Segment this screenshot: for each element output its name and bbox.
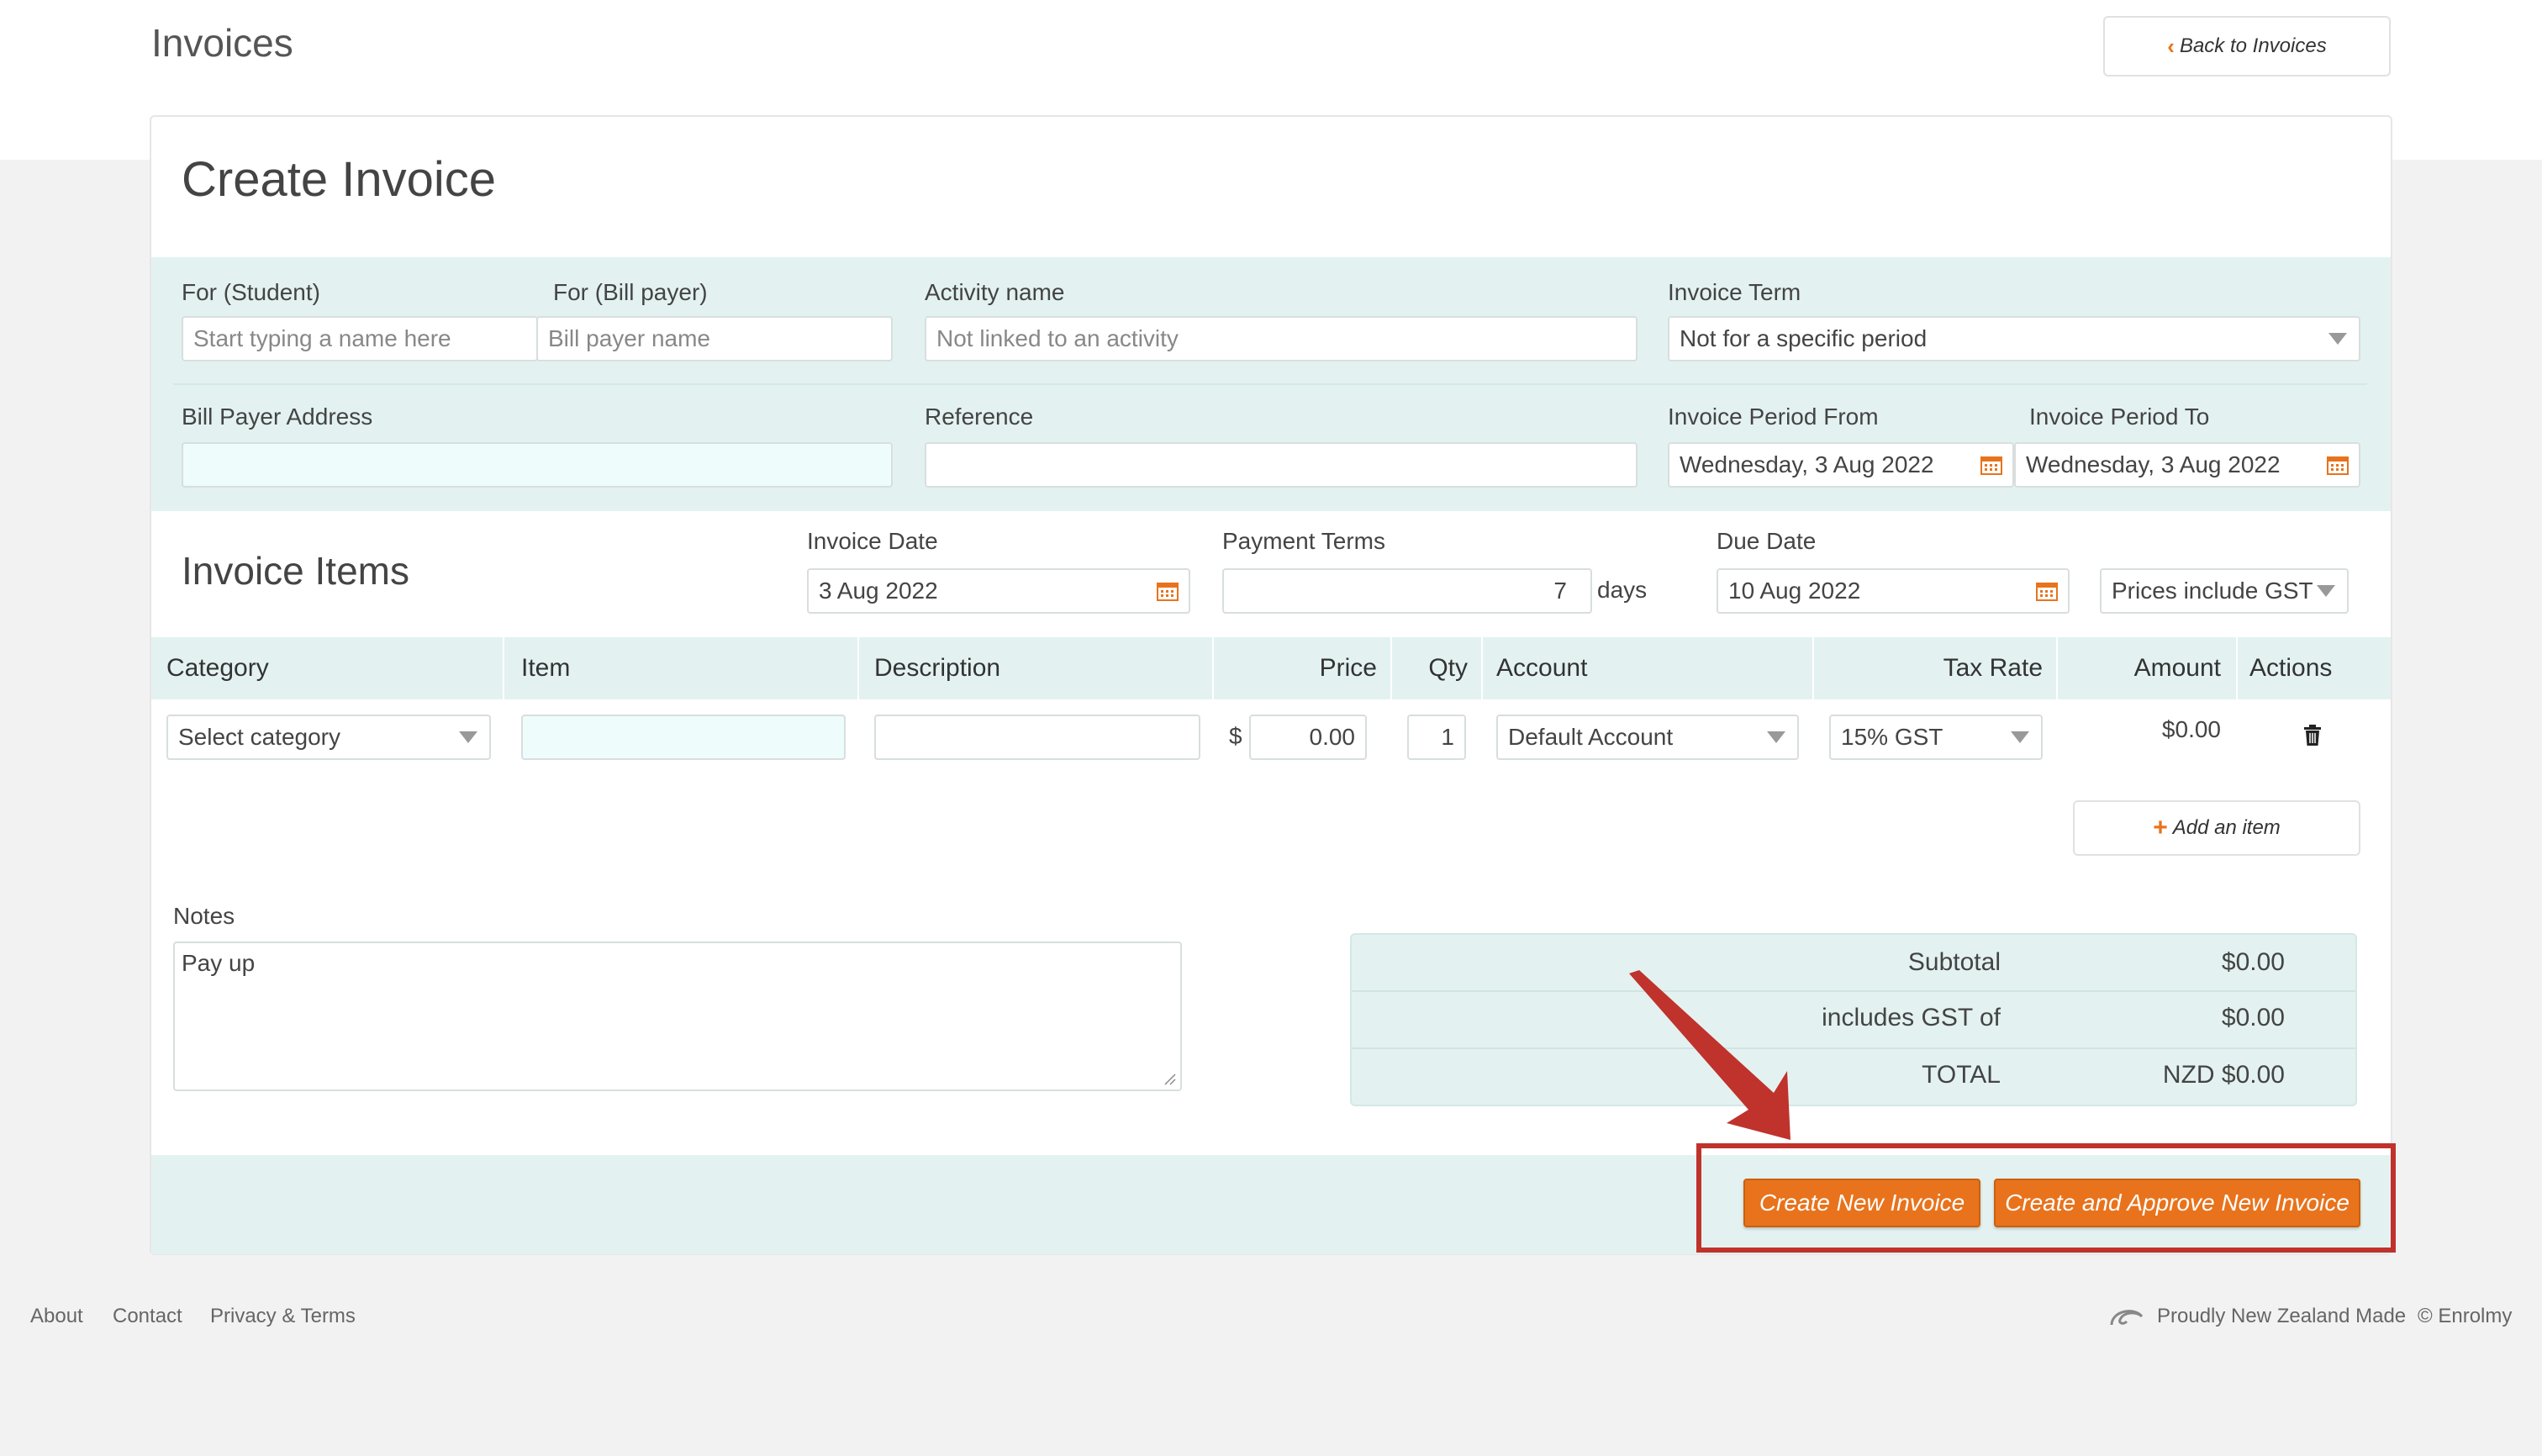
account-select[interactable]: Default Account: [1496, 715, 1799, 760]
column-header-qty: Qty: [1428, 654, 1468, 682]
column-header-description: Description: [874, 654, 1001, 682]
bill-address-label: Bill Payer Address: [182, 404, 373, 430]
gst-value: $0.00: [2221, 1004, 2285, 1031]
chevron-down-icon: [2317, 585, 2335, 597]
due-date-value: 10 Aug 2022: [1728, 578, 1861, 604]
description-input[interactable]: [874, 715, 1200, 760]
column-header-actions: Actions: [2249, 654, 2333, 682]
category-select[interactable]: Select category: [166, 715, 491, 760]
payment-terms-label: Payment Terms: [1222, 528, 1385, 554]
add-item-button[interactable]: + Add an item: [2073, 800, 2360, 856]
period-from-value: Wednesday, 3 Aug 2022: [1680, 451, 1934, 477]
plus-icon: +: [2153, 814, 2168, 841]
item-input[interactable]: [521, 715, 846, 760]
invoice-items-title: Invoice Items: [182, 549, 409, 593]
column-separator: [1390, 637, 1392, 699]
calendar-icon[interactable]: [2327, 455, 2349, 475]
activity-input[interactable]: Not linked to an activity: [925, 316, 1638, 361]
footer-link-privacy[interactable]: Privacy & Terms: [210, 1305, 356, 1328]
invoice-date-input[interactable]: 3 Aug 2022: [807, 568, 1190, 614]
column-separator: [2056, 637, 2058, 699]
reference-input[interactable]: [925, 442, 1638, 488]
bill-payer-input[interactable]: Bill payer name: [536, 316, 893, 361]
period-to-label: Invoice Period To: [2029, 404, 2210, 430]
column-header-item: Item: [521, 654, 571, 682]
gst-mode-select[interactable]: Prices include GST: [2100, 568, 2349, 614]
annotation-highlight-box: [1696, 1143, 2396, 1253]
column-separator: [1481, 637, 1483, 699]
chevron-down-icon: [1767, 731, 1785, 743]
invoice-term-select[interactable]: Not for a specific period: [1668, 316, 2360, 361]
account-value: Default Account: [1508, 724, 1674, 750]
footer-link-contact[interactable]: Contact: [113, 1305, 182, 1328]
column-header-tax-rate: Tax Rate: [1943, 654, 2043, 682]
column-separator: [1812, 637, 1814, 699]
form-title: Create Invoice: [182, 152, 496, 207]
fern-logo-icon: [2110, 1310, 2144, 1326]
column-separator: [1212, 637, 1214, 699]
notes-label: Notes: [173, 903, 235, 929]
notes-textarea[interactable]: Pay up: [173, 942, 1182, 1091]
total-value: NZD $0.00: [2162, 1061, 2285, 1089]
trash-icon[interactable]: [2303, 725, 2322, 746]
column-header-account: Account: [1496, 654, 1588, 682]
totals-divider: [1352, 1047, 2355, 1049]
invoice-term-label: Invoice Term: [1668, 279, 1801, 305]
chevron-down-icon: [459, 731, 477, 743]
add-item-label: Add an item: [2172, 816, 2281, 839]
column-separator: [857, 637, 859, 699]
totals-divider: [1352, 990, 2355, 992]
annotation-arrow: [1629, 970, 1790, 1140]
footer-link-about[interactable]: About: [30, 1305, 83, 1328]
back-to-invoices-button[interactable]: ‹ Back to Invoices: [2103, 16, 2391, 76]
period-from-input[interactable]: Wednesday, 3 Aug 2022: [1668, 442, 2014, 488]
resize-handle-icon[interactable]: [1163, 1073, 1177, 1086]
footer-copyright: © Enrolmy: [2418, 1305, 2513, 1327]
invoice-term-value: Not for a specific period: [1680, 325, 1928, 351]
calendar-icon[interactable]: [1980, 455, 2002, 475]
invoice-date-value: 3 Aug 2022: [819, 578, 938, 604]
payment-terms-suffix: days: [1597, 577, 1648, 603]
period-to-value: Wednesday, 3 Aug 2022: [2026, 451, 2281, 477]
currency-symbol: $: [1229, 723, 1242, 749]
invoice-date-label: Invoice Date: [807, 528, 938, 554]
subtotal-value: $0.00: [2221, 948, 2285, 976]
price-input[interactable]: 0.00: [1249, 715, 1367, 760]
tax-rate-value: 15% GST: [1841, 724, 1943, 750]
calendar-icon[interactable]: [2036, 581, 2058, 601]
column-header-amount: Amount: [2133, 654, 2221, 682]
calendar-icon[interactable]: [1157, 581, 1179, 601]
items-table-header: [151, 637, 2391, 699]
gst-mode-value: Prices include GST: [2112, 578, 2313, 604]
bill-payer-label: For (Bill payer): [553, 279, 708, 305]
activity-label: Activity name: [925, 279, 1065, 305]
chevron-left-icon: ‹: [2167, 33, 2175, 59]
tax-rate-select[interactable]: 15% GST: [1829, 715, 2043, 760]
chevron-down-icon: [2328, 333, 2347, 345]
footer-made-in: Proudly New Zealand Made: [2157, 1305, 2407, 1327]
student-label: For (Student): [182, 279, 320, 305]
column-separator: [2236, 637, 2238, 699]
qty-input[interactable]: 1: [1407, 715, 1466, 760]
student-input[interactable]: Start typing a name here: [182, 316, 538, 361]
bill-address-input[interactable]: [182, 442, 893, 488]
column-header-price: Price: [1319, 654, 1377, 682]
category-value: Select category: [178, 724, 340, 750]
chevron-down-icon: [2011, 731, 2029, 743]
period-from-label: Invoice Period From: [1668, 404, 1879, 430]
due-date-input[interactable]: 10 Aug 2022: [1717, 568, 2070, 614]
reference-label: Reference: [925, 404, 1034, 430]
page-title: Invoices: [151, 21, 293, 65]
payment-terms-input[interactable]: 7: [1222, 568, 1592, 614]
due-date-label: Due Date: [1717, 528, 1817, 554]
row-amount: $0.00: [2161, 716, 2221, 742]
section-divider: [173, 383, 2367, 385]
period-to-input[interactable]: Wednesday, 3 Aug 2022: [2014, 442, 2360, 488]
column-header-category: Category: [166, 654, 269, 682]
column-separator: [503, 637, 504, 699]
back-button-label: Back to Invoices: [2179, 34, 2327, 57]
